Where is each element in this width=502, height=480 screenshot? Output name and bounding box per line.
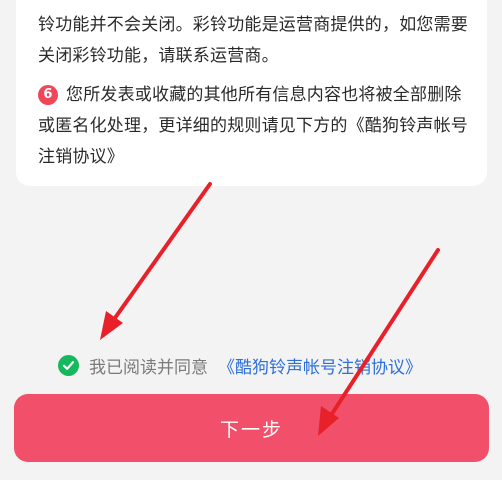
item-6-line-3: 注销协议》 xyxy=(38,147,124,167)
info-text-line-2: 关闭彩铃功能，请联系运营商。 xyxy=(38,46,279,66)
agreement-row: 我已阅读并同意 《酷狗铃声帐号注销协议》 xyxy=(58,351,422,379)
info-card: 铃功能并不会关闭。彩铃功能是运营商提供的，如您需要 关闭彩铃功能，请联系运营商。… xyxy=(16,0,487,186)
item-number-badge: 6 xyxy=(38,85,58,105)
item-6-line-2: 或匿名化处理，更详细的规则请见下方的《酷狗铃声帐号 xyxy=(38,116,468,136)
next-step-button[interactable]: 下一步 xyxy=(14,394,489,462)
item-6-text-1: 您所发表或收藏的其他所有信息内容也将被全部删除 xyxy=(66,85,462,105)
item-6-line-1: 6 您所发表或收藏的其他所有信息内容也将被全部删除 xyxy=(38,80,465,111)
agreement-text: 我已阅读并同意 xyxy=(89,357,208,378)
checkbox-checked-icon[interactable] xyxy=(58,354,79,376)
info-text-line-1: 铃功能并不会关闭。彩铃功能是运营商提供的，如您需要 xyxy=(38,15,468,35)
agreement-link[interactable]: 《酷狗铃声帐号注销协议》 xyxy=(218,353,422,378)
annotation-arrow-1 xyxy=(100,182,212,340)
